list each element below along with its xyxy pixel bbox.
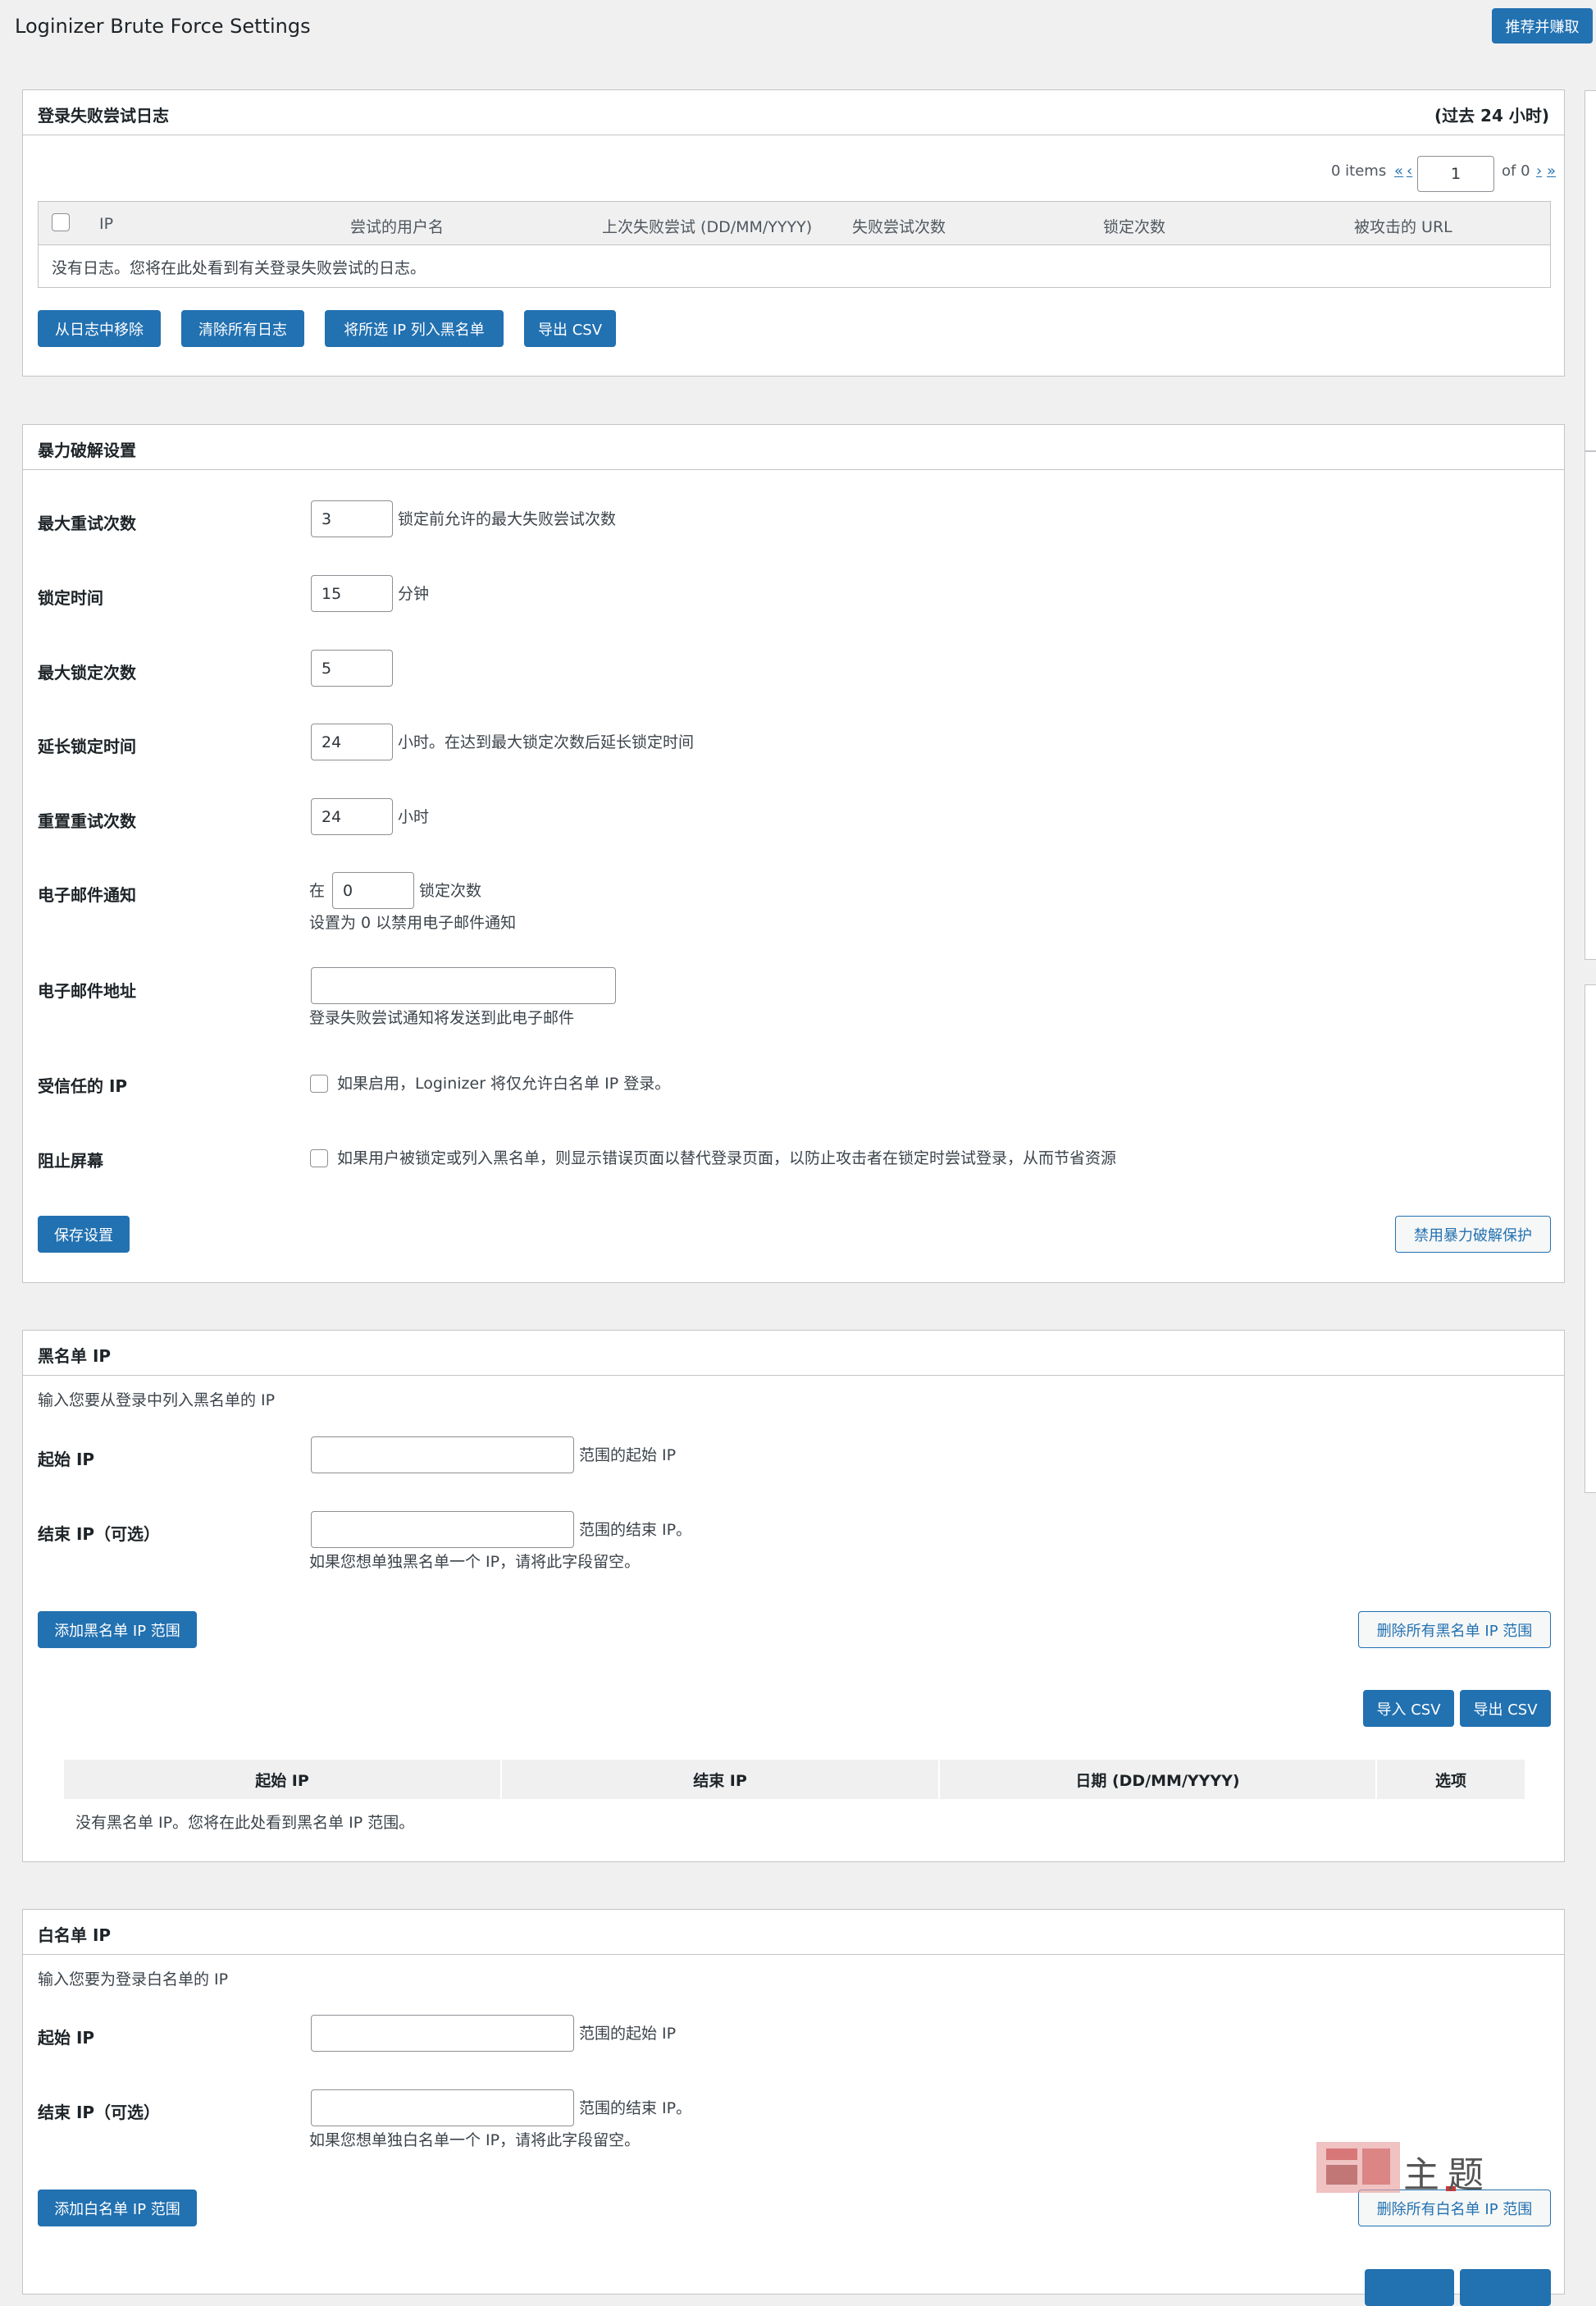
whitelist-end-ip-input[interactable] xyxy=(311,2089,574,2126)
blacklist-intro: 输入您要从登录中列入黑名单的 IP xyxy=(38,1391,276,1409)
sidebar-panel-fragment xyxy=(1585,90,1596,451)
panel-title: 暴力破解设置 xyxy=(38,441,136,460)
column-header: 尝试的用户名 xyxy=(350,218,445,236)
blacklist-start-ip-input[interactable] xyxy=(311,1436,574,1473)
last-page-link[interactable]: » xyxy=(1547,162,1556,180)
panel-title: 黑名单 IP xyxy=(38,1346,112,1366)
whitelist-end-ip-label: 结束 IP（可选） xyxy=(38,2103,161,2122)
reset-retries-label: 重置重试次数 xyxy=(38,811,136,831)
pagination-count: 0 items xyxy=(1331,162,1387,180)
max-lockouts-label: 最大锁定次数 xyxy=(38,663,136,683)
column-header: 失败尝试次数 xyxy=(852,218,946,236)
blacklist-end-ip-note: 如果您想单独黑名单一个 IP，请将此字段留空。 xyxy=(309,1553,641,1571)
max-retries-label: 最大重试次数 xyxy=(38,514,136,533)
empty-blacklist-message: 没有黑名单 IP。您将在此处看到黑名单 IP 范围。 xyxy=(75,1814,415,1832)
empty-logs-message: 没有日志。您将在此处看到有关登录失败尝试的日志。 xyxy=(52,259,426,277)
whitelist-start-ip-label: 起始 IP xyxy=(38,2028,95,2048)
logs-table-body: 没有日志。您将在此处看到有关登录失败尝试的日志。 xyxy=(38,244,1551,288)
email-notify-label: 电子邮件通知 xyxy=(38,885,136,905)
logs-table-header: IP 尝试的用户名 上次失败尝试 (DD/MM/YYYY) 失败尝试次数 锁定次… xyxy=(38,201,1551,245)
blacklist-ip-panel: 黑名单 IP 输入您要从登录中列入黑名单的 IP 起始 IP 范围的起始 IP … xyxy=(22,1330,1565,1862)
blacklist-start-ip-label: 起始 IP xyxy=(38,1450,95,1469)
blocking-screen-label: 阻止屏幕 xyxy=(38,1151,103,1171)
extend-lockout-input[interactable]: 24 xyxy=(311,724,393,760)
recommend-earn-button[interactable]: 推荐并赚取 xyxy=(1492,8,1593,43)
sidebar-panel-fragment xyxy=(1585,451,1596,960)
panel-title: 白名单 IP xyxy=(38,1925,112,1945)
clear-all-logs-button[interactable]: 清除所有日志 xyxy=(181,310,304,347)
blacklist-selected-ip-button[interactable]: 将所选 IP 列入黑名单 xyxy=(325,310,504,347)
import-csv-button-cropped[interactable] xyxy=(1365,2269,1454,2306)
whitelist-end-ip-desc: 范围的结束 IP。 xyxy=(579,2099,692,2117)
column-header: 选项 xyxy=(1377,1760,1525,1799)
delete-all-blacklist-button[interactable]: 删除所有黑名单 IP 范围 xyxy=(1358,1611,1551,1648)
trusted-ip-checkbox[interactable] xyxy=(310,1075,328,1093)
blocking-screen-checkbox[interactable] xyxy=(310,1149,328,1167)
column-header: 结束 IP xyxy=(502,1760,938,1799)
prev-page-link[interactable]: ‹ xyxy=(1407,162,1412,180)
export-csv-button[interactable]: 导出 CSV xyxy=(524,310,616,347)
page-title: Loginizer Brute Force Settings xyxy=(15,15,311,38)
email-address-label: 电子邮件地址 xyxy=(38,981,136,1001)
whitelist-ip-panel: 白名单 IP 输入您要为登录白名单的 IP 起始 IP 范围的起始 IP 结束 … xyxy=(22,1909,1565,2306)
max-retries-input[interactable]: 3 xyxy=(311,500,393,537)
blacklist-end-ip-desc: 范围的结束 IP。 xyxy=(579,1521,692,1539)
column-header: 起始 IP xyxy=(64,1760,500,1799)
email-address-desc: 登录失败尝试通知将发送到此电子邮件 xyxy=(309,1009,575,1027)
watermark-text: 主题 xyxy=(1403,2154,1492,2196)
email-notify-input[interactable]: 0 xyxy=(332,872,414,909)
remove-from-logs-button[interactable]: 从日志中移除 xyxy=(38,310,161,347)
pagination-total: of 0 xyxy=(1502,162,1530,180)
first-page-link[interactable]: « xyxy=(1394,162,1403,180)
add-blacklist-range-button[interactable]: 添加黑名单 IP 范围 xyxy=(38,1611,197,1648)
save-settings-button[interactable]: 保存设置 xyxy=(38,1216,130,1253)
blacklist-start-ip-desc: 范围的起始 IP xyxy=(579,1446,677,1464)
current-page-input[interactable]: 1 xyxy=(1417,156,1494,192)
export-csv-button-cropped[interactable] xyxy=(1460,2269,1551,2306)
max-retries-desc: 锁定前允许的最大失败尝试次数 xyxy=(398,510,617,528)
whitelist-intro: 输入您要为登录白名单的 IP xyxy=(38,1970,229,1989)
panel-header: 白名单 IP xyxy=(23,1910,1564,1955)
select-all-checkbox[interactable] xyxy=(52,213,70,231)
export-csv-button[interactable]: 导出 CSV xyxy=(1460,1690,1551,1727)
column-header: 锁定次数 xyxy=(1103,218,1166,236)
trusted-ip-desc: 如果启用，Loginizer 将仅允许白名单 IP 登录。 xyxy=(337,1075,671,1093)
column-header: 日期 (DD/MM/YYYY) xyxy=(940,1760,1375,1799)
whitelist-start-ip-input[interactable] xyxy=(311,2015,574,2052)
reset-retries-desc: 小时 xyxy=(398,808,430,826)
column-header: 上次失败尝试 (DD/MM/YYYY) xyxy=(602,218,813,236)
lockout-time-input[interactable]: 15 xyxy=(311,575,393,612)
whitelist-start-ip-desc: 范围的起始 IP xyxy=(579,2025,677,2043)
email-notify-prefix: 在 xyxy=(309,882,326,900)
failed-login-logs-panel: 登录失败尝试日志 (过去 24 小时) 0 items « ‹ 1 of 0 ›… xyxy=(22,89,1565,377)
sidebar-panel-fragment xyxy=(1585,984,1596,1493)
email-notify-desc: 设置为 0 以禁用电子邮件通知 xyxy=(309,914,517,932)
disable-brute-force-button[interactable]: 禁用暴力破解保护 xyxy=(1395,1216,1551,1253)
extend-lockout-desc: 小时。在达到最大锁定次数后延长锁定时间 xyxy=(398,733,695,751)
email-notify-suffix: 锁定次数 xyxy=(419,882,482,900)
add-whitelist-range-button[interactable]: 添加白名单 IP 范围 xyxy=(38,2190,197,2226)
whitelist-end-ip-note: 如果您想单独白名单一个 IP，请将此字段留空。 xyxy=(309,2131,641,2149)
import-csv-button[interactable]: 导入 CSV xyxy=(1363,1690,1454,1727)
brute-force-settings-panel: 暴力破解设置 最大重试次数 3 锁定前允许的最大失败尝试次数 锁定时间 15 分… xyxy=(22,424,1565,1283)
column-header: IP xyxy=(99,215,114,233)
panel-header: 暴力破解设置 xyxy=(23,425,1564,470)
lockout-time-label: 锁定时间 xyxy=(38,588,103,608)
blacklist-end-ip-input[interactable] xyxy=(311,1511,574,1548)
max-lockouts-input[interactable]: 5 xyxy=(311,650,393,687)
watermark-logo: 主题 xyxy=(1315,2139,1503,2196)
panel-title: 登录失败尝试日志 xyxy=(38,106,169,126)
blocking-screen-desc: 如果用户被锁定或列入黑名单，则显示错误页面以替代登录页面，以防止攻击者在锁定时尝… xyxy=(337,1149,1117,1167)
blacklist-end-ip-label: 结束 IP（可选） xyxy=(38,1524,161,1544)
panel-period: (过去 24 小时) xyxy=(1434,106,1549,126)
next-page-link[interactable]: › xyxy=(1536,162,1542,180)
extend-lockout-label: 延长锁定时间 xyxy=(38,737,136,756)
panel-header: 黑名单 IP xyxy=(23,1331,1564,1376)
email-address-input[interactable] xyxy=(311,967,616,1004)
lockout-time-desc: 分钟 xyxy=(398,585,430,603)
reset-retries-input[interactable]: 24 xyxy=(311,798,393,835)
column-header: 被攻击的 URL xyxy=(1354,218,1452,236)
panel-header: 登录失败尝试日志 (过去 24 小时) xyxy=(23,90,1564,135)
trusted-ip-label: 受信任的 IP xyxy=(38,1076,128,1096)
